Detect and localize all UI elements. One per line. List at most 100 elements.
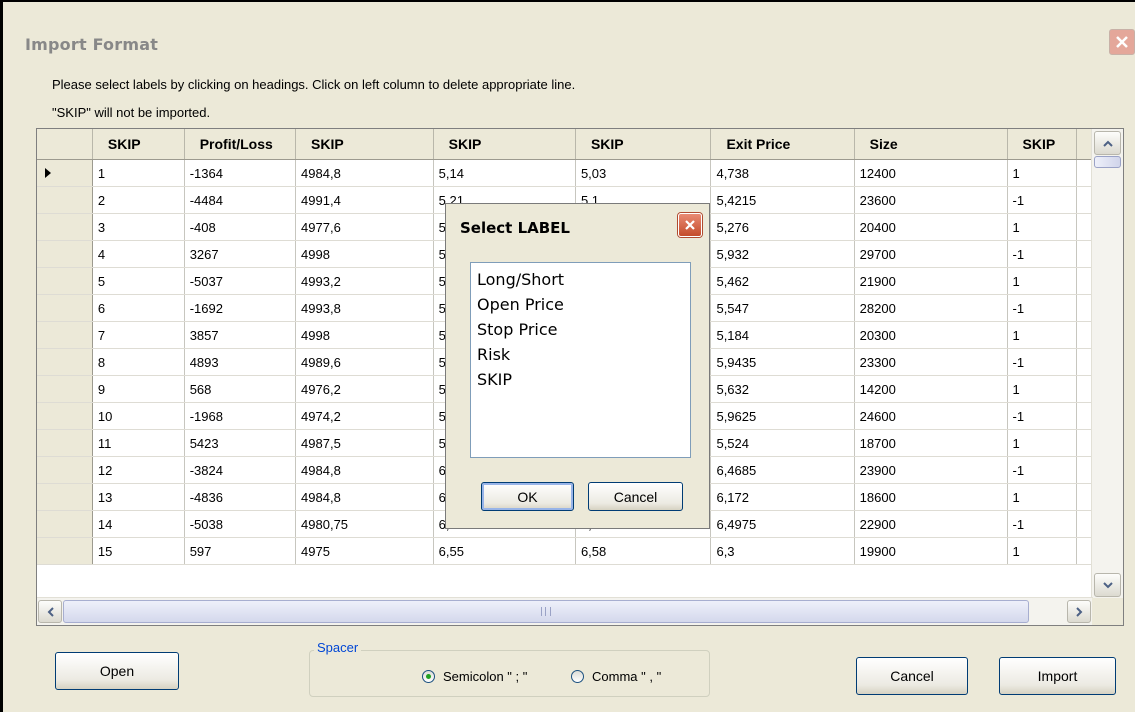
- title-bar[interactable]: Import Format: [3, 2, 1135, 55]
- radio-unselected-icon[interactable]: [571, 670, 584, 683]
- table-cell[interactable]: 6,172: [710, 483, 855, 511]
- table-cell[interactable]: 1: [1007, 213, 1078, 241]
- row-header[interactable]: [37, 294, 93, 322]
- table-cell[interactable]: 21900: [854, 267, 1008, 295]
- table-cell[interactable]: 5,184: [710, 321, 855, 349]
- table-cell[interactable]: 1: [1007, 321, 1078, 349]
- table-cell[interactable]: 6,55: [433, 537, 576, 565]
- table-cell[interactable]: 568: [184, 375, 297, 403]
- table-cell[interactable]: 5,9435: [710, 348, 855, 376]
- row-header[interactable]: [37, 321, 93, 349]
- column-header[interactable]: SKIP: [575, 129, 712, 160]
- table-cell[interactable]: -408: [184, 213, 297, 241]
- table-cell[interactable]: 5,547: [710, 294, 855, 322]
- table-cell[interactable]: 4993,8: [295, 294, 434, 322]
- table-cell[interactable]: 4984,8: [295, 483, 434, 511]
- table-cell[interactable]: 20300: [854, 321, 1008, 349]
- table-cell[interactable]: 1: [1007, 429, 1078, 457]
- table-cell[interactable]: 1: [1007, 159, 1078, 187]
- table-cell[interactable]: 1: [1007, 483, 1078, 511]
- table-cell[interactable]: 5,462: [710, 267, 855, 295]
- table-cell[interactable]: 22900: [854, 510, 1008, 538]
- table-row[interactable]: 15 597 4975 6,55 6,58 6,3 19900 1: [37, 537, 1093, 565]
- table-cell[interactable]: -1: [1007, 348, 1078, 376]
- row-header[interactable]: [37, 375, 93, 403]
- table-cell[interactable]: 2: [92, 186, 185, 214]
- label-option[interactable]: Risk: [477, 342, 690, 367]
- table-cell[interactable]: 6,4975: [710, 510, 855, 538]
- table-cell[interactable]: -1968: [184, 402, 297, 430]
- table-cell[interactable]: -1: [1007, 510, 1078, 538]
- table-cell[interactable]: 12: [92, 456, 185, 484]
- table-cell[interactable]: 15: [92, 537, 185, 565]
- table-cell[interactable]: 4893: [184, 348, 297, 376]
- row-header[interactable]: [37, 213, 93, 241]
- table-cell[interactable]: 4984,8: [295, 456, 434, 484]
- comma-radio[interactable]: Comma " , ": [571, 669, 661, 684]
- table-cell[interactable]: 1: [92, 159, 185, 187]
- table-cell[interactable]: 3267: [184, 240, 297, 268]
- vertical-scroll-thumb[interactable]: [1094, 156, 1121, 168]
- table-cell[interactable]: 12400: [854, 159, 1008, 187]
- row-header[interactable]: [37, 483, 93, 511]
- table-cell[interactable]: 4991,4: [295, 186, 434, 214]
- scroll-up-icon[interactable]: [1094, 131, 1121, 155]
- dialog-close-icon[interactable]: [678, 213, 702, 237]
- ok-button[interactable]: OK: [481, 482, 574, 511]
- column-header[interactable]: SKIP: [295, 129, 434, 160]
- table-cell[interactable]: 3: [92, 213, 185, 241]
- table-cell[interactable]: 23900: [854, 456, 1008, 484]
- label-option[interactable]: Stop Price: [477, 317, 690, 342]
- row-header[interactable]: [37, 159, 93, 187]
- table-cell[interactable]: 5,03: [575, 159, 712, 187]
- scroll-down-icon[interactable]: [1094, 573, 1121, 597]
- column-header[interactable]: SKIP: [433, 129, 576, 160]
- table-cell[interactable]: 4984,8: [295, 159, 434, 187]
- table-cell[interactable]: 14200: [854, 375, 1008, 403]
- table-cell[interactable]: 5: [92, 267, 185, 295]
- table-cell[interactable]: 4989,6: [295, 348, 434, 376]
- table-cell[interactable]: -1: [1007, 456, 1078, 484]
- row-header[interactable]: [37, 267, 93, 295]
- table-cell[interactable]: 4,738: [710, 159, 855, 187]
- table-cell[interactable]: 4987,5: [295, 429, 434, 457]
- row-header[interactable]: [37, 429, 93, 457]
- row-header[interactable]: [37, 537, 93, 565]
- table-cell[interactable]: 8: [92, 348, 185, 376]
- table-cell[interactable]: 6: [92, 294, 185, 322]
- table-cell[interactable]: 5,632: [710, 375, 855, 403]
- table-cell[interactable]: 19900: [854, 537, 1008, 565]
- label-listbox[interactable]: Long/Short Open Price Stop Price Risk SKIP: [470, 262, 691, 458]
- table-cell[interactable]: 29700: [854, 240, 1008, 268]
- table-cell[interactable]: -3824: [184, 456, 297, 484]
- table-cell[interactable]: 4975: [295, 537, 434, 565]
- cancel-button[interactable]: Cancel: [856, 657, 968, 695]
- row-header[interactable]: [37, 240, 93, 268]
- table-cell[interactable]: 5423: [184, 429, 297, 457]
- table-cell[interactable]: 4980,75: [295, 510, 434, 538]
- horizontal-scrollbar[interactable]: [37, 597, 1093, 625]
- table-cell[interactable]: -1: [1007, 186, 1078, 214]
- table-cell[interactable]: -1: [1007, 240, 1078, 268]
- column-header[interactable]: SKIP: [92, 129, 185, 160]
- table-cell[interactable]: 4993,2: [295, 267, 434, 295]
- import-button[interactable]: Import: [999, 657, 1116, 695]
- table-cell[interactable]: 23600: [854, 186, 1008, 214]
- table-cell[interactable]: -5037: [184, 267, 297, 295]
- column-header[interactable]: SKIP: [1007, 129, 1078, 160]
- table-cell[interactable]: -1: [1007, 294, 1078, 322]
- table-cell[interactable]: 4: [92, 240, 185, 268]
- column-header[interactable]: Profit/Loss: [184, 129, 297, 160]
- row-header[interactable]: [37, 186, 93, 214]
- table-cell[interactable]: -5038: [184, 510, 297, 538]
- table-cell[interactable]: 1: [1007, 375, 1078, 403]
- table-cell[interactable]: 6,4685: [710, 456, 855, 484]
- column-header[interactable]: Size: [854, 129, 1008, 160]
- semicolon-radio[interactable]: Semicolon " ; ": [422, 669, 527, 684]
- table-cell[interactable]: 1: [1007, 267, 1078, 295]
- row-header[interactable]: [37, 456, 93, 484]
- table-cell[interactable]: -1692: [184, 294, 297, 322]
- table-cell[interactable]: 5,276: [710, 213, 855, 241]
- label-option[interactable]: Long/Short: [477, 267, 690, 292]
- table-cell[interactable]: 23300: [854, 348, 1008, 376]
